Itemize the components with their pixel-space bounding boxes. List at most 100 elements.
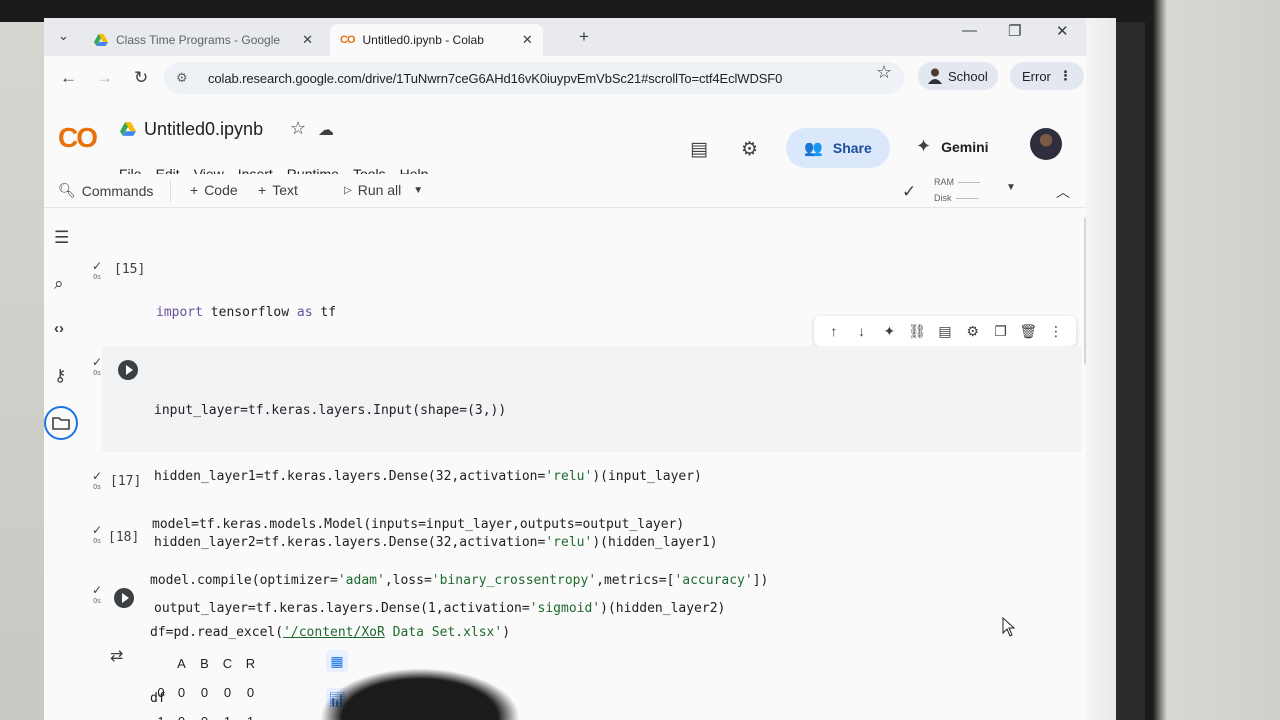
tab-search-chevron-icon[interactable]: ⌄ — [58, 28, 69, 44]
gemini-sparkle-icon: ✦ — [916, 136, 932, 156]
run-cell-button[interactable] — [114, 588, 134, 608]
notebook-toolbar: 🔍︎ Commands + Code + Text ▷ Run all ▼ ✓ … — [44, 174, 1116, 208]
window-close-icon[interactable]: ✕ — [1056, 22, 1069, 40]
restore-icon[interactable]: ❐ — [1008, 22, 1021, 40]
colab-favicon-icon: CO — [340, 34, 355, 46]
output-actions-icon[interactable]: ⇄ — [110, 646, 123, 666]
url-text: colab.research.google.com/drive/1TuNwrn7… — [208, 71, 783, 86]
row-index: 1 — [152, 714, 170, 720]
table-cell: 0 — [177, 685, 186, 700]
table-row: 00000 — [152, 685, 262, 700]
secrets-key-icon[interactable]: ⚷ — [54, 366, 66, 386]
cell-status: ✓ 0s — [90, 356, 104, 380]
new-tab-plus-icon[interactable]: + — [579, 27, 589, 47]
commands-button[interactable]: 🔍︎ Commands — [58, 182, 153, 199]
site-settings-icon[interactable]: ⚙ — [176, 70, 188, 86]
commands-label: Commands — [81, 182, 154, 199]
gemini-label: Gemini — [941, 138, 989, 155]
tab-colab-notebook[interactable]: CO Untitled0.ipynb - Colab ✕ — [330, 24, 543, 56]
comments-icon[interactable]: ▤ — [690, 138, 708, 161]
back-arrow-icon[interactable]: ← — [60, 68, 77, 88]
files-folder-icon[interactable] — [44, 406, 78, 440]
find-replace-icon[interactable]: ⌕ — [54, 274, 64, 294]
sparkle-icon[interactable]: ✦ — [879, 323, 899, 340]
connected-check-icon: ✓ — [902, 182, 917, 201]
search-icon: 🔍︎ — [58, 182, 76, 198]
collapse-header-icon[interactable]: ︿ — [1056, 182, 1070, 202]
tab-strip: ⌄ Class Time Programs - Google ✕ CO Unti… — [44, 18, 1116, 56]
kebab-menu-icon[interactable]: ⋮ — [1059, 68, 1072, 84]
execution-count: [18] — [108, 530, 140, 545]
comment-icon[interactable]: ▤ — [935, 323, 955, 340]
cell-status: ✓ 0s — [90, 260, 104, 284]
reload-icon[interactable]: ↻ — [134, 68, 148, 88]
row-index: 0 — [157, 685, 165, 700]
move-down-icon[interactable]: ↓ — [852, 323, 872, 339]
address-bar[interactable]: ⚙ colab.research.google.com/drive/1TuNwr… — [164, 62, 904, 94]
table-cell: 0 — [246, 685, 255, 700]
code-line: df=pd.read_excel('/content/XoR Data Set.… — [150, 625, 511, 640]
dropdown-caret-icon[interactable]: ▼ — [413, 185, 423, 196]
star-icon[interactable]: ☆ — [290, 118, 306, 139]
close-tab-icon[interactable]: ✕ — [302, 32, 313, 48]
settings-gear-icon[interactable]: ⚙ — [741, 138, 758, 161]
delete-icon[interactable]: 🗑︎ — [1018, 323, 1038, 340]
exec-time: 0s — [93, 484, 101, 491]
table-header-row: ABCR — [152, 656, 262, 671]
column-header: B — [200, 656, 209, 671]
tab-title: Untitled0.ipynb - Colab — [362, 33, 484, 47]
move-up-icon[interactable]: ↑ — [824, 323, 844, 339]
ram-label: RAM — [934, 177, 954, 187]
cell-status: ✓ 0s — [90, 470, 104, 494]
forward-arrow-icon[interactable]: → — [96, 68, 113, 88]
runtime-dropdown-icon[interactable]: ▼ — [1006, 182, 1016, 193]
code-snippets-icon[interactable]: ‹› — [54, 320, 64, 337]
share-button[interactable]: 👥 Share — [786, 128, 890, 168]
notebook-title[interactable]: Untitled0.ipynb — [144, 119, 263, 140]
settings-gear-icon[interactable]: ⚙ — [963, 323, 983, 340]
photo-left-wall — [0, 22, 46, 720]
mirror-cell-icon[interactable]: ❐ — [990, 323, 1010, 340]
execution-count: [15] — [114, 262, 146, 277]
column-header: R — [245, 656, 256, 671]
error-chip[interactable]: Error ⋮ — [1010, 62, 1084, 90]
viewer-head-occlusion — [320, 668, 520, 720]
left-sidebar: ☰ ⌕ ‹› ⚷ — [44, 218, 86, 478]
table-cell: 1 — [216, 714, 239, 720]
dataframe-table: ABCR 00000 10011 — [152, 656, 262, 720]
more-options-icon[interactable]: ⋮ — [1046, 323, 1066, 340]
disk-label: Disk — [934, 193, 952, 203]
column-header: A — [177, 656, 186, 671]
mouse-cursor-icon — [1002, 617, 1016, 637]
table-cell: 0 — [223, 685, 232, 700]
run-all-button[interactable]: ▷ Run all ▼ — [344, 182, 423, 198]
avatar[interactable] — [1030, 128, 1062, 160]
check-icon: ✓ — [91, 583, 103, 597]
add-text-label: Text — [272, 182, 298, 198]
exec-time: 0s — [93, 598, 101, 605]
exec-time: 0s — [93, 370, 101, 377]
minimize-icon[interactable]: — — [962, 22, 977, 39]
profile-label: School — [948, 68, 988, 84]
bookmark-star-icon[interactable]: ☆ — [876, 62, 892, 83]
add-text-button[interactable]: + Text — [258, 182, 298, 198]
exec-time: 0s — [93, 538, 101, 545]
close-tab-icon[interactable]: ✕ — [522, 32, 533, 48]
tab-class-time-programs[interactable]: Class Time Programs - Google ✕ — [84, 24, 323, 56]
execution-count: [17] — [110, 474, 142, 489]
table-cell: 0 — [200, 685, 209, 700]
link-icon[interactable]: ⛓ — [907, 323, 927, 340]
gemini-button[interactable]: ✦ Gemini — [916, 136, 989, 157]
table-of-contents-icon[interactable]: ☰ — [54, 228, 69, 248]
google-drive-icon — [94, 34, 108, 46]
run-cell-button[interactable] — [118, 360, 138, 380]
colab-logo[interactable]: CO — [58, 122, 98, 154]
profile-chip[interactable]: School — [918, 62, 998, 90]
tab-title: Class Time Programs - Google — [116, 33, 281, 47]
resource-monitor[interactable]: RAM Disk — [934, 174, 980, 206]
photo-right-wall — [1145, 0, 1280, 720]
cloud-saved-icon[interactable]: ☁ — [318, 120, 334, 140]
screen-right-edge — [1086, 18, 1116, 720]
add-code-button[interactable]: + Code — [190, 182, 238, 198]
run-all-label: Run all — [357, 182, 402, 198]
